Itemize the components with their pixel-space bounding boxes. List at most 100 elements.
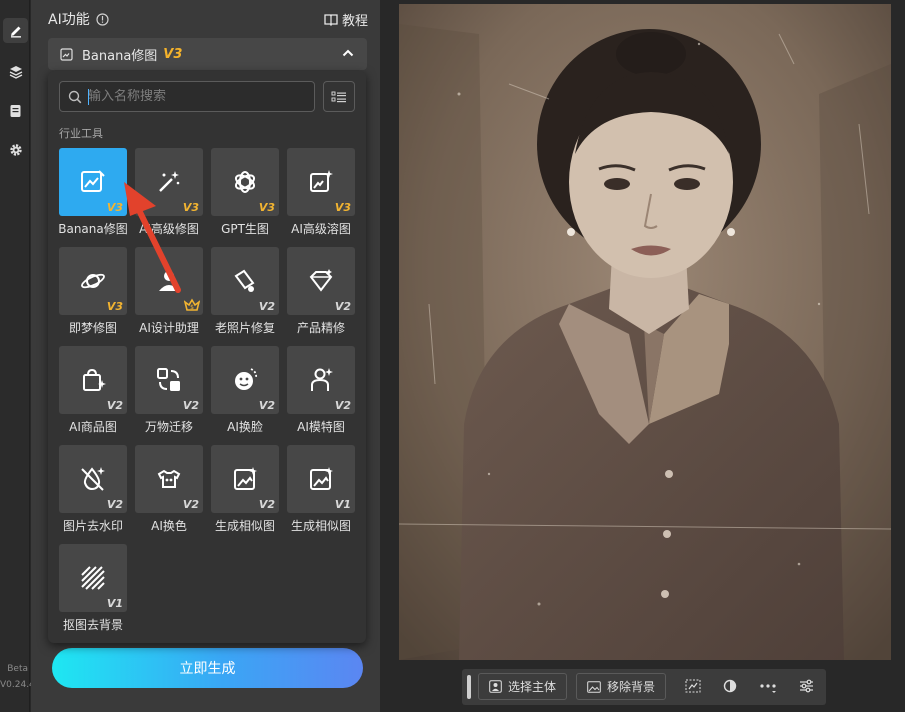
shopping-bag-icon (83, 368, 106, 391)
tool-label: 生成相似图 (290, 519, 351, 533)
book-icon (324, 14, 338, 26)
version-badge: V3 (334, 201, 351, 214)
version-badge: V2 (106, 399, 123, 412)
tool-tile-ai-model-image[interactable]: V2 AI模特图 (287, 346, 357, 435)
palette-icon (157, 469, 181, 488)
portrait-photo (399, 4, 891, 660)
tool-tile-old-photo-repair[interactable]: V2 老照片修复 (211, 247, 281, 336)
magic-wand-icon (159, 171, 180, 192)
search-icon (68, 90, 82, 103)
version-badge: V2 (182, 399, 199, 412)
document-tool-button[interactable] (3, 98, 28, 123)
version-badge: V2 (258, 498, 275, 511)
tool-label: AI设计助理 (139, 321, 199, 335)
tool-tile-ai-color-change[interactable]: V2 AI换色 (135, 445, 205, 534)
tool-label: AI换脸 (227, 420, 263, 434)
list-view-button[interactable] (323, 81, 355, 112)
select-subject-button[interactable]: 选择主体 (478, 673, 568, 700)
search-input[interactable] (88, 89, 288, 104)
vintage-portrait-image (399, 4, 891, 660)
cutout-icon (81, 566, 105, 590)
canvas-area (381, 0, 905, 712)
gpt-logo-icon (234, 171, 256, 193)
tool-label: 产品精修 (296, 321, 345, 335)
tool-tile-ai-design-assistant[interactable]: $ AI设计助理 (135, 247, 205, 336)
panel-title: AI功能 (48, 12, 90, 28)
settings-tool-button[interactable] (3, 137, 28, 162)
tool-tile-similar-image-v2[interactable]: V2 生成相似图 (211, 445, 281, 534)
tool-label: 老照片修复 (214, 321, 275, 335)
tool-tile-ai-face-swap[interactable]: V2 AI换脸 (211, 346, 281, 435)
tool-picker-popup: 行业工具 V3 Banana修图 V3 AI高级修图 V3 GPT生图 (48, 71, 366, 643)
watermark-remove-icon (81, 467, 105, 491)
svg-text:$: $ (190, 304, 194, 311)
crop-expand-icon[interactable] (685, 679, 701, 693)
tool-label: Banana修图 (58, 222, 128, 236)
text-caret (88, 89, 89, 105)
person-select-icon (489, 680, 502, 693)
chevron-up-icon[interactable] (341, 46, 355, 60)
edit-tool-button[interactable] (3, 18, 28, 43)
left-toolbar: Beta V0.24.4 (0, 0, 35, 712)
panel-header: AI功能 教程 (48, 8, 368, 30)
tool-tile-product-retouch[interactable]: V2 产品精修 (287, 247, 357, 336)
document-icon (10, 104, 21, 117)
tool-tile-ai-product-image[interactable]: V2 AI商品图 (59, 346, 129, 435)
generate-button[interactable]: 立即生成 (52, 648, 363, 688)
tool-label: AI高级修图 (139, 222, 199, 236)
tool-tile-ai-advanced-edit[interactable]: V3 AI高级修图 (135, 148, 205, 237)
similar-image-icon (310, 467, 333, 490)
photo-repair-icon (234, 269, 255, 292)
tool-tile-banana-edit[interactable]: V3 Banana修图 (58, 148, 129, 237)
section-label: Banana修图 (82, 48, 158, 64)
version-badge: V3 (258, 201, 275, 214)
tool-tile-ai-advanced-blend[interactable]: V3 AI高级溶图 (287, 148, 357, 237)
tool-label: GPT生图 (221, 222, 269, 236)
tool-tile-gpt-image[interactable]: V3 GPT生图 (211, 148, 281, 237)
select-subject-label: 选择主体 (508, 680, 557, 694)
pencil-icon (10, 26, 21, 37)
image-icon (587, 680, 601, 693)
tool-label: 万物迁移 (144, 420, 193, 434)
drag-handle[interactable] (467, 675, 471, 699)
tool-label: AI商品图 (69, 420, 117, 434)
model-icon (311, 368, 333, 391)
tool-tile-jimeng-edit[interactable]: V3 即梦修图 (59, 247, 129, 336)
tool-tile-similar-image-v1[interactable]: V1 生成相似图 (287, 445, 357, 534)
remove-background-button[interactable]: 移除背景 (576, 673, 667, 700)
version-badge: V2 (258, 300, 275, 313)
remove-background-label: 移除背景 (607, 680, 656, 694)
info-icon[interactable] (96, 12, 109, 26)
image-edit-icon (81, 170, 105, 192)
layers-tool-button[interactable] (3, 59, 28, 84)
contrast-icon[interactable] (723, 679, 737, 693)
image-sparkle-icon (310, 170, 333, 192)
layers-icon (9, 65, 22, 79)
section-header-banana[interactable]: Banana修图 V3 (48, 38, 367, 70)
search-box[interactable] (59, 81, 315, 112)
image-action-bar: 选择主体 移除背景 (462, 669, 826, 705)
image-edit-icon (60, 47, 73, 61)
version-badge: V3 (106, 300, 123, 313)
version-badge: V2 (182, 498, 199, 511)
tool-label: 图片去水印 (62, 519, 123, 533)
tutorial-link[interactable]: 教程 (324, 10, 368, 29)
planet-icon (81, 273, 105, 289)
version-badge: V2 (334, 300, 351, 313)
tool-label: 即梦修图 (68, 321, 117, 335)
tool-label: AI模特图 (297, 420, 345, 434)
beta-label: Beta (7, 664, 28, 674)
tool-tile-cutout-background[interactable]: V1 抠图去背景 (59, 544, 129, 633)
tool-label: 抠图去背景 (62, 618, 123, 632)
transfer-icon (157, 368, 180, 391)
gear-icon (9, 143, 22, 156)
sliders-icon[interactable] (799, 679, 814, 693)
version-badge: V2 (106, 498, 123, 511)
crown-icon: $ (184, 298, 200, 311)
tool-tile-watermark-remove[interactable]: V2 图片去水印 (59, 445, 129, 534)
version-badge: V3 (182, 201, 199, 214)
version-badge: V2 (258, 399, 275, 412)
more-icon[interactable] (760, 683, 776, 693)
tool-tile-object-transfer[interactable]: V2 万物迁移 (135, 346, 205, 435)
tool-label: AI换色 (151, 519, 187, 533)
